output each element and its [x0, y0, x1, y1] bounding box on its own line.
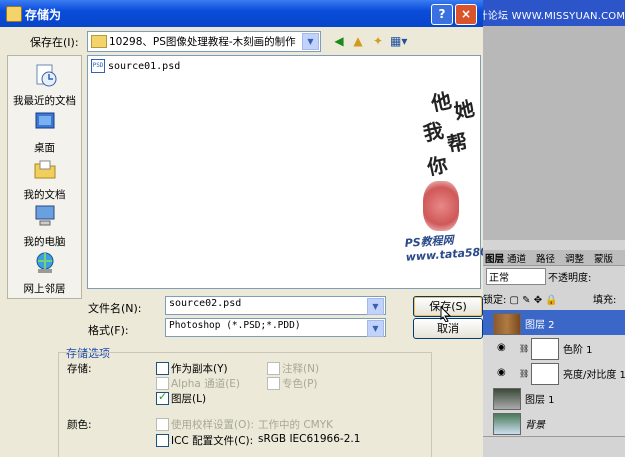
save-label: 存储:	[67, 363, 92, 375]
layer-mask-thumbnail	[531, 338, 559, 360]
layer-row[interactable]: 图层 2	[483, 310, 625, 337]
place-my-computer[interactable]: 我的电脑	[8, 203, 81, 249]
blend-mode-dropdown[interactable]: 正常	[486, 268, 546, 285]
new-folder-icon[interactable]: ✦	[370, 33, 386, 49]
calligraphy-char: 她	[452, 96, 477, 124]
view-menu-icon[interactable]: ▦▾	[390, 33, 407, 49]
filename-input[interactable]: source02.psd ▼	[165, 296, 386, 315]
proof-value: 工作中的 CMYK	[258, 419, 334, 431]
help-button[interactable]: ?	[431, 4, 453, 25]
places-bar: 我最近的文档 桌面 我的文档 我的电脑 网上邻居	[7, 55, 82, 299]
icc-checkbox[interactable]	[156, 434, 169, 447]
layer-thumbnail	[493, 313, 521, 335]
lock-label: 锁定: ▢ ✎ ✥ 🔒	[483, 295, 558, 306]
alpha-checkbox	[156, 377, 169, 390]
dialog-title: 存储为	[25, 8, 62, 22]
recent-docs-icon	[36, 64, 56, 87]
layer-thumbnail	[493, 413, 521, 435]
spot-label: 专色(P)	[282, 378, 318, 390]
chevron-down-icon[interactable]: ▼	[367, 298, 384, 315]
layers-label[interactable]: 图层(L)	[171, 391, 206, 406]
place-network[interactable]: 网上邻居	[8, 250, 81, 296]
tab-adjustments[interactable]: 调整	[565, 251, 584, 265]
format-dropdown[interactable]: Photoshop (*.PSD;*.PDD) ▼	[165, 318, 386, 337]
file-name: source01.psd	[108, 61, 181, 72]
psd-file-icon: PSD	[91, 59, 105, 73]
save-in-value: 10298、PS图像处理教程-木刻画的制作	[109, 36, 296, 48]
my-computer-icon	[35, 205, 54, 226]
calligraphy-char: 我	[421, 118, 446, 146]
place-recent[interactable]: 我最近的文档	[8, 62, 81, 108]
filename-label: 文件名(N):	[88, 302, 142, 315]
spot-checkbox	[267, 377, 280, 390]
tab-paths[interactable]: 路径	[536, 251, 555, 265]
link-icon: ⛓	[519, 369, 530, 378]
panel-tabs: 图层 通道 路径 调整 蒙版	[483, 250, 625, 266]
tab-layers[interactable]: 图层	[485, 251, 504, 265]
desktop-icon	[35, 112, 54, 129]
list-item[interactable]: PSD source01.psd	[91, 59, 180, 73]
tab-channels[interactable]: 通道	[507, 251, 526, 265]
eye-icon[interactable]: ◉	[497, 367, 506, 378]
close-button[interactable]: ×	[455, 4, 477, 25]
folder-icon	[91, 35, 107, 48]
save-in-dropdown[interactable]: 10298、PS图像处理教程-木刻画的制作 ▼	[87, 31, 321, 52]
calligraphy-char: 帮	[445, 129, 470, 157]
mouse-cursor-icon	[440, 306, 452, 322]
proof-label: 使用校样设置(O):	[171, 419, 254, 431]
back-icon[interactable]: ◀	[331, 33, 347, 49]
layer-row[interactable]: ◉ 图层 1	[483, 385, 625, 412]
save-as-dialog: 存储为 ? × 保存在(I): 10298、PS图像处理教程-木刻画的制作 ▼ …	[0, 0, 483, 457]
calligraphy-char: 你	[425, 152, 450, 180]
as-copy-label[interactable]: 作为副本(Y)	[171, 361, 228, 376]
tab-masks[interactable]: 蒙版	[594, 251, 613, 265]
layer-thumbnail	[493, 388, 521, 410]
layer-row[interactable]: ◉ ⛓ 亮度/对比度 1	[483, 360, 625, 387]
photoshop-workspace	[483, 26, 625, 240]
calligraphy-char: 他	[429, 88, 454, 116]
eye-icon[interactable]: ◉	[497, 342, 506, 353]
dialog-icon	[6, 6, 22, 22]
format-label: 格式(F):	[88, 324, 129, 337]
notes-label: 注释(N)	[282, 363, 320, 375]
place-my-documents[interactable]: 我的文档	[8, 156, 81, 202]
layer-mask-thumbnail	[531, 363, 559, 385]
dialog-titlebar[interactable]	[0, 0, 483, 27]
layer-row[interactable]: ◉ ⛓ 色阶 1	[483, 335, 625, 362]
proof-checkbox	[156, 418, 169, 431]
icc-label[interactable]: ICC 配置文件(C):	[171, 433, 253, 448]
opacity-label: 不透明度:	[548, 273, 592, 284]
as-copy-checkbox[interactable]	[156, 362, 169, 375]
layers-checkbox[interactable]: ✓	[156, 390, 169, 405]
icc-value: sRGB IEC61966-2.1	[258, 433, 361, 445]
file-list[interactable]: PSD source01.psd 他 她 我 帮 你 PS教程网 www.tata5…	[87, 55, 483, 289]
red-seal-stamp	[423, 181, 459, 231]
checkmark-icon: ✓	[158, 390, 168, 403]
chevron-down-icon[interactable]: ▼	[367, 320, 384, 337]
save-in-label: 保存在(I):	[30, 36, 79, 49]
link-icon: ⛓	[519, 344, 530, 353]
notes-checkbox	[267, 362, 280, 375]
my-documents-icon	[34, 160, 55, 179]
fill-label: 填充:	[593, 295, 617, 306]
color-label: 颜色:	[67, 419, 92, 431]
alpha-label: Alpha 通道(E)	[171, 378, 241, 390]
network-icon	[36, 252, 53, 273]
place-desktop[interactable]: 桌面	[8, 109, 81, 155]
up-folder-icon[interactable]: ▲	[350, 33, 366, 49]
watermark-site: PS教程网 www.tata580.com	[404, 233, 483, 264]
chevron-down-icon[interactable]: ▼	[302, 33, 319, 50]
layer-row[interactable]: ◉ 背景	[483, 410, 625, 437]
